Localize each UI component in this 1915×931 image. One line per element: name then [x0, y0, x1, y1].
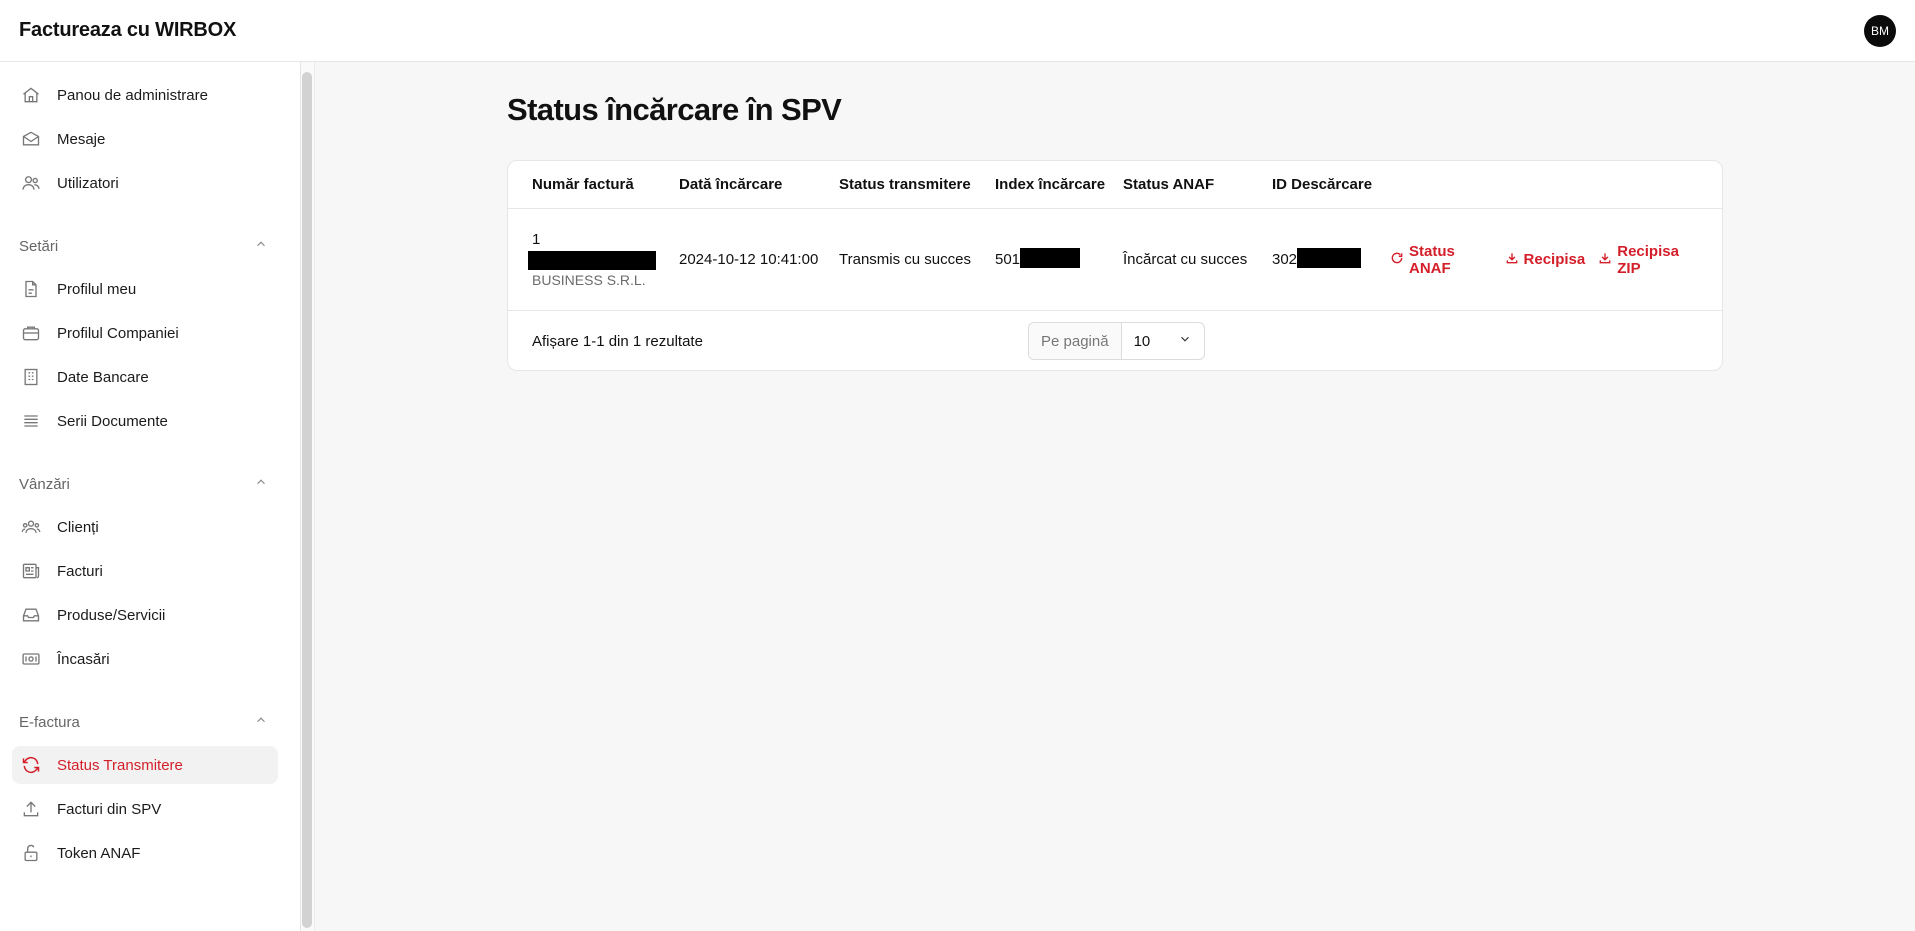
refresh-icon [1390, 251, 1404, 269]
redacted-block [1297, 248, 1362, 269]
chevron-up-icon [254, 475, 268, 493]
action-label: Recipisa [1523, 251, 1586, 268]
sidebar-item-invoices[interactable]: Facturi [12, 552, 278, 590]
sidebar-item-label: Facturi [57, 562, 103, 580]
upload-index-prefix: 501 [995, 250, 1021, 268]
cash-icon [20, 648, 42, 670]
upload-status-table: Număr factură Dată încărcare Status tran… [507, 160, 1723, 371]
section-title: E-factura [19, 713, 80, 731]
sidebar-item-spv-invoices[interactable]: Facturi din SPV [12, 790, 278, 828]
per-page-value: 10 [1133, 332, 1151, 350]
cell-transmit-status: Transmis cu succes [839, 251, 971, 268]
sidebar-item-label: Încasări [57, 650, 110, 668]
section-efactura-header[interactable]: E-factura [19, 702, 268, 742]
section-sales-header[interactable]: Vânzări [19, 464, 268, 504]
column-header-transmit-status: Status transmitere [839, 176, 971, 193]
cell-download-id: 302 [1272, 248, 1390, 269]
chevron-up-icon [254, 237, 268, 255]
sidebar-item-label: Utilizatori [57, 174, 119, 192]
home-icon [20, 84, 42, 106]
sidebar-item-messages[interactable]: Mesaje [12, 120, 278, 158]
section-title: Setări [19, 237, 59, 255]
sidebar-item-label: Profilul meu [57, 280, 137, 298]
sidebar-item-label: Produse/Servicii [57, 606, 166, 624]
upload-icon [20, 798, 42, 820]
top-bar: Factureaza cu WIRBOX BM [0, 0, 1915, 62]
invoice-number[interactable]: 1 [532, 231, 679, 248]
table-row: 1 BUSINESS S.R.L. 2024-10-12 10:41:00 Tr… [508, 209, 1722, 311]
cell-upload-date: 2024-10-12 10:41:00 [679, 251, 819, 268]
mail-icon [20, 128, 42, 150]
table-header: Număr factură Dată încărcare Status tran… [508, 161, 1722, 209]
invoice-company: BUSINESS S.R.L. [532, 272, 646, 288]
sidebar-item-label: Profilul Companiei [57, 324, 179, 342]
section-title: Vânzări [19, 475, 70, 493]
sidebar-item-clients[interactable]: Clienți [12, 508, 278, 546]
users-icon [20, 172, 42, 194]
sidebar-item-label: Clienți [57, 518, 99, 536]
cell-anaf-status: Încărcat cu succes [1123, 251, 1248, 268]
refresh-icon [20, 754, 42, 776]
sidebar-item-dashboard[interactable]: Panou de administrare [12, 76, 278, 114]
download-icon [1598, 251, 1612, 269]
cell-actions: Status ANAF Recipisa Recipisa ZIP [1390, 243, 1722, 277]
list-icon [20, 410, 42, 432]
column-header-upload-index: Index încărcare [995, 176, 1106, 193]
sidebar-item-users[interactable]: Utilizatori [12, 164, 278, 202]
document-icon [20, 278, 42, 300]
redacted-block [528, 251, 656, 270]
sidebar-item-label: Token ANAF [57, 844, 141, 862]
chevron-up-icon [254, 713, 268, 731]
cell-upload-index: 501 [995, 248, 1123, 269]
column-header-anaf-status: Status ANAF [1123, 176, 1215, 193]
column-header-download-id: ID Descărcare [1272, 176, 1373, 193]
group-icon [20, 516, 42, 538]
sidebar-nav: Panou de administrare Mesaje Utilizatori… [0, 62, 290, 931]
sidebar-item-label: Facturi din SPV [57, 800, 162, 818]
sidebar-item-status-transmitere[interactable]: Status Transmitere [12, 746, 278, 784]
unlock-icon [20, 842, 42, 864]
sidebar-item-label: Status Transmitere [57, 756, 183, 774]
status-anaf-button[interactable]: Status ANAF [1390, 243, 1492, 277]
main-content: Status încărcare în SPV Număr factură Da… [315, 62, 1915, 931]
receipt-zip-download-button[interactable]: Recipisa ZIP [1598, 243, 1698, 277]
sidebar-item-token-anaf[interactable]: Token ANAF [12, 834, 278, 872]
download-icon [1505, 251, 1519, 269]
building-icon [20, 366, 42, 388]
inbox-icon [20, 604, 42, 626]
section-settings-header[interactable]: Setări [19, 226, 268, 266]
per-page-control: Pe pagină 10 [1028, 322, 1205, 360]
sidebar-item-bank-data[interactable]: Date Bancare [12, 358, 278, 396]
action-label: Recipisa ZIP [1617, 242, 1679, 277]
download-id-prefix: 302 [1272, 250, 1298, 268]
per-page-select[interactable]: 10 [1122, 323, 1204, 359]
sidebar-item-label: Date Bancare [57, 368, 149, 386]
sidebar-scrollbar[interactable] [302, 72, 312, 928]
results-count: Afișare 1-1 din 1 rezultate [532, 332, 703, 350]
briefcase-icon [20, 322, 42, 344]
sidebar-item-label: Panou de administrare [57, 86, 208, 104]
receipt-download-button[interactable]: Recipisa [1505, 243, 1586, 277]
sidebar-item-label: Mesaje [57, 130, 106, 148]
action-label: Status ANAF [1409, 242, 1455, 277]
column-header-upload-date: Dată încărcare [679, 176, 783, 193]
sidebar-item-my-profile[interactable]: Profilul meu [12, 270, 278, 308]
sidebar-item-products[interactable]: Produse/Servicii [12, 596, 278, 634]
avatar[interactable]: BM [1864, 14, 1896, 47]
sidebar: Panou de administrare Mesaje Utilizatori… [0, 62, 301, 931]
app-title[interactable]: Factureaza cu WIRBOX [19, 19, 236, 42]
sidebar-item-document-series[interactable]: Serii Documente [12, 402, 278, 440]
column-header-invoice-number: Număr factură [532, 176, 634, 193]
sidebar-item-company-profile[interactable]: Profilul Companiei [12, 314, 278, 352]
newspaper-icon [20, 560, 42, 582]
redacted-block [1020, 248, 1081, 269]
sidebar-item-label: Serii Documente [57, 412, 168, 430]
chevron-down-icon [1178, 332, 1192, 350]
sidebar-item-collections[interactable]: Încasări [12, 640, 278, 678]
page-title: Status încărcare în SPV [507, 92, 842, 127]
per-page-label: Pe pagină [1029, 323, 1122, 359]
cell-invoice: 1 BUSINESS S.R.L. [508, 231, 679, 288]
